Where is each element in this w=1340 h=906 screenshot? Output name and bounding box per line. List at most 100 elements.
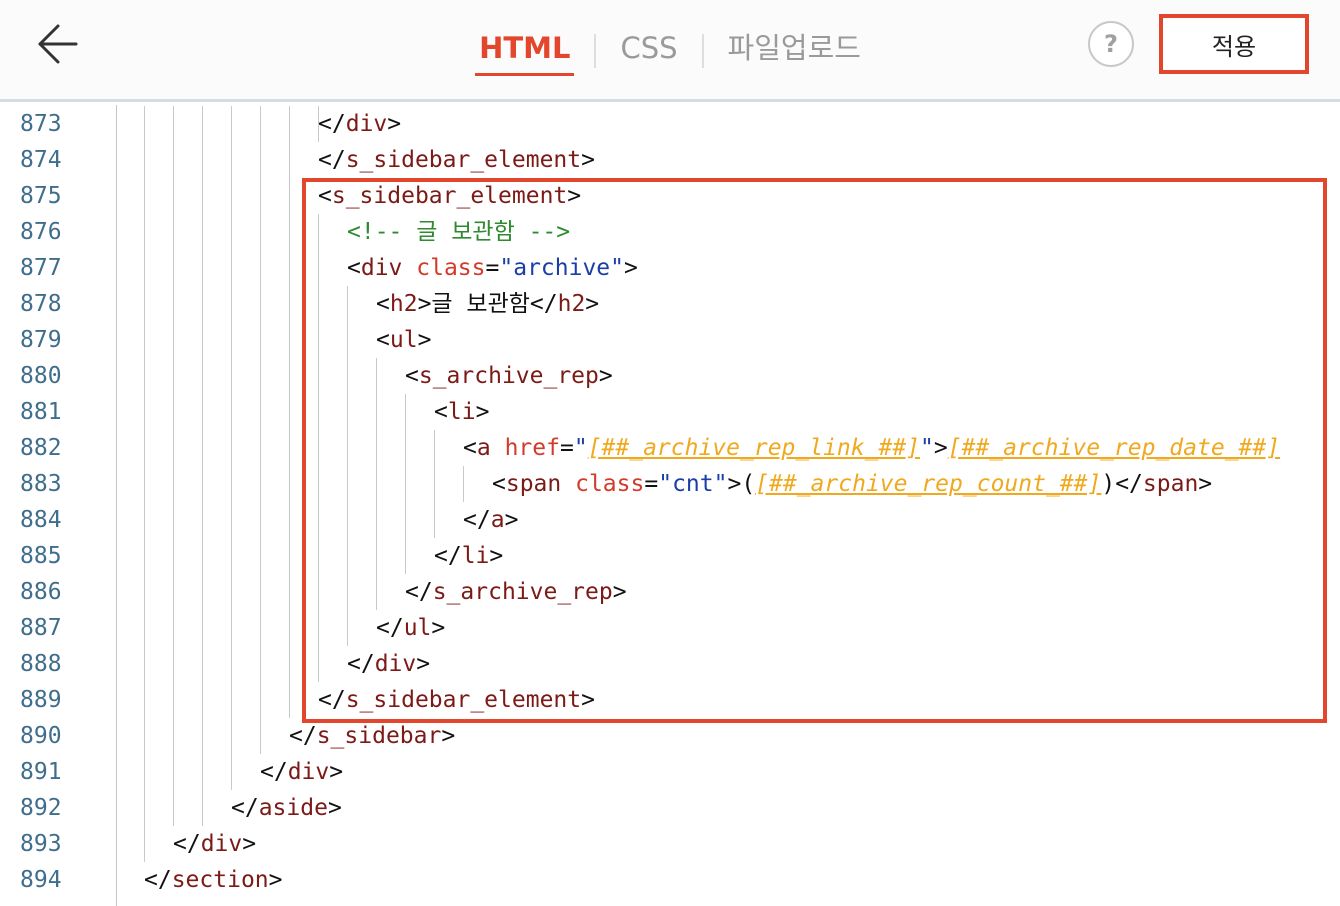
line-number: 883: [20, 471, 62, 497]
code-string: "archive": [499, 255, 624, 281]
code-tag-name: span: [1142, 471, 1199, 497]
indent-guide: [405, 394, 406, 430]
code-tag-name: section: [171, 867, 269, 893]
indent-guide: [289, 682, 290, 718]
indent-guide: [260, 646, 261, 682]
code-tag-name: div: [360, 255, 403, 281]
indent-guide: [173, 646, 174, 682]
indent-guide: [289, 394, 290, 430]
indent-guide: [144, 610, 145, 646]
help-button[interactable]: ?: [1088, 21, 1134, 67]
indent-guide: [231, 502, 232, 538]
indent-guide: [376, 538, 377, 574]
indent-guide: [376, 430, 377, 466]
code-comment: <!-- 글 보관함 -->: [347, 219, 571, 245]
code-template-variable: [##_archive_rep_count_##]: [755, 471, 1102, 497]
indent-guide: [318, 394, 319, 430]
line-number: 884: [20, 507, 62, 533]
tab-divider: [594, 34, 597, 68]
indent-guide: [318, 466, 319, 502]
code-punctuation: </: [434, 543, 462, 569]
code-tag-name: div: [287, 759, 330, 785]
indent-guide: [318, 430, 319, 466]
code-attribute: class: [575, 471, 645, 497]
indent-guide: [347, 322, 348, 358]
indent-guide: [144, 574, 145, 610]
code-tag-name: ul: [403, 615, 432, 641]
indent-guide: [376, 466, 377, 502]
indent-guide: [260, 502, 261, 538]
indent-guide: [202, 178, 203, 214]
code-punctuation: >: [242, 831, 257, 857]
indent-guide: [144, 178, 145, 214]
indent-guide: [173, 682, 174, 718]
indent-guide: [260, 322, 261, 358]
line-number: 873: [20, 111, 62, 137]
line-number: 878: [20, 291, 62, 317]
code-tag-name: aside: [258, 795, 328, 821]
indent-guide: [289, 142, 290, 178]
code-tag-name: span: [505, 471, 562, 497]
code-tag-name: a: [476, 435, 491, 461]
indent-guide: [231, 142, 232, 178]
code-text: </s_archive_rep>: [405, 574, 627, 610]
code-punctuation: <: [434, 399, 448, 425]
indent-guide: [260, 682, 261, 718]
indent-guide: [260, 430, 261, 466]
tab-html[interactable]: HTML: [475, 26, 575, 76]
code-tag-name: li: [447, 399, 476, 425]
code-text: </div>: [347, 646, 430, 682]
code-tag-name: div: [200, 831, 243, 857]
code-string: ": [920, 435, 934, 461]
indent-guide: [202, 322, 203, 358]
indent-guide: [173, 610, 174, 646]
indent-guide: [173, 502, 174, 538]
code-tag-name: s_sidebar_element: [345, 147, 582, 173]
indent-guide: [202, 430, 203, 466]
code-punctuation: <: [347, 255, 361, 281]
line-number: 889: [20, 687, 62, 713]
code-punctuation: <: [318, 183, 332, 209]
code-text: </li>: [434, 538, 503, 574]
indent-guide: [376, 502, 377, 538]
indent-guide: [173, 574, 174, 610]
indent-guide: [347, 610, 348, 646]
indent-guide: [173, 214, 174, 250]
code-punctuation: </: [144, 867, 172, 893]
indent-guide: [260, 574, 261, 610]
code-text: <a href="[##_archive_rep_link_##]">[##_a…: [463, 430, 1280, 466]
code-tag-name: s_sidebar_element: [345, 687, 582, 713]
code-punctuation: </: [318, 687, 346, 713]
code-text: </aside>: [231, 790, 342, 826]
indent-guide: [260, 358, 261, 394]
tab-file-upload[interactable]: 파일업로드: [724, 26, 865, 76]
code-punctuation: <: [376, 327, 390, 353]
indent-guide: [376, 394, 377, 430]
code-text: <s_sidebar_element>: [318, 178, 581, 214]
line-number: 890: [20, 723, 62, 749]
code-editor[interactable]: 873 </div> 874 </s_sidebar_element> 875 <s_si…: [0, 105, 1340, 906]
indent-guide: [289, 286, 290, 322]
code-text: </ul>: [376, 610, 445, 646]
indent-guide: [289, 610, 290, 646]
code-line: 886 </s_archive_rep>: [0, 574, 1340, 610]
indent-guide: [202, 574, 203, 610]
indent-guide: [144, 826, 145, 862]
line-number: 875: [20, 183, 62, 209]
indent-guide: [318, 214, 319, 250]
editor-tabs: HTML CSS 파일업로드: [0, 26, 1340, 76]
tab-css[interactable]: CSS: [616, 26, 681, 76]
code-punctuation: >: [387, 111, 402, 137]
code-punctuation: >: [329, 759, 344, 785]
apply-button[interactable]: 적용: [1159, 14, 1309, 74]
code-line: 894 </section>: [0, 862, 1340, 898]
line-number: 892: [20, 795, 62, 821]
code-punctuation: >: [417, 327, 432, 353]
indent-guide: [202, 358, 203, 394]
indent-guide: [260, 466, 261, 502]
code-text: </s_sidebar_element>: [318, 682, 595, 718]
code-template-variable: [##_archive_rep_link_##]: [587, 435, 921, 461]
code-punctuation: >: [416, 651, 431, 677]
indent-guide: [260, 286, 261, 322]
apply-button-label: 적용: [1211, 32, 1257, 61]
